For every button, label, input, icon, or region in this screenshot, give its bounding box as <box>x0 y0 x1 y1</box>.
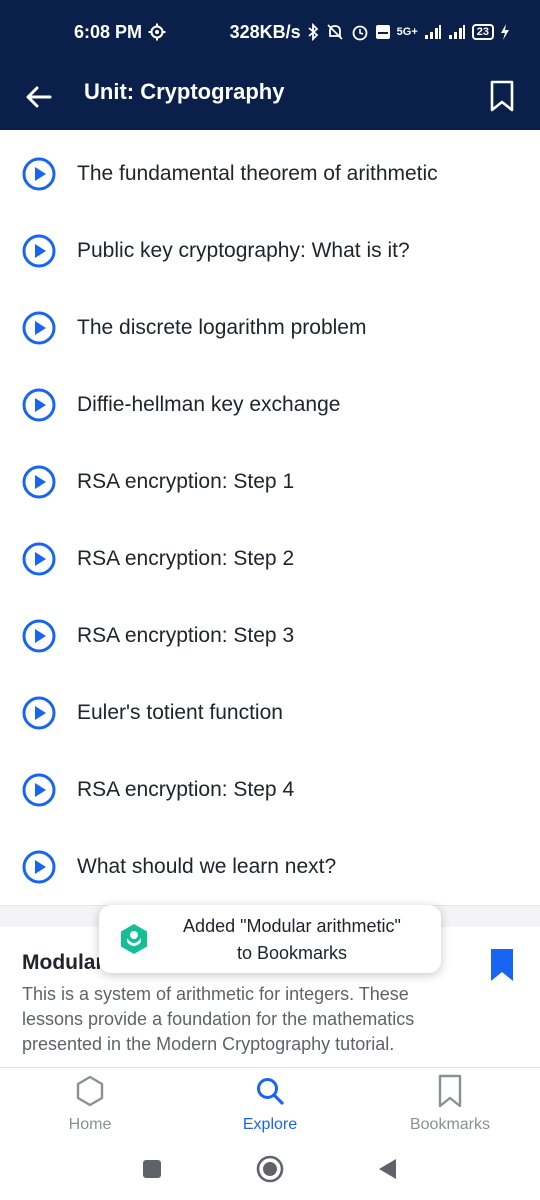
toast-line-1: Added "Modular arithmetic" <box>183 916 401 936</box>
square-icon <box>143 1160 161 1178</box>
lesson-item[interactable]: Diffie-hellman key exchange <box>0 366 540 443</box>
play-circle-icon <box>22 773 56 806</box>
recents-button[interactable] <box>138 1155 166 1183</box>
home-hexagon-icon <box>74 1074 106 1108</box>
back-system-button[interactable] <box>373 1155 401 1183</box>
bookmark-filled-icon <box>491 949 513 981</box>
play-circle-icon <box>22 850 56 883</box>
bookmark-unit-button[interactable] <box>486 74 518 118</box>
lesson-item[interactable]: RSA encryption: Step 2 <box>0 520 540 597</box>
lesson-title: RSA encryption: Step 1 <box>77 469 295 493</box>
search-icon <box>254 1074 286 1108</box>
lesson-list: The fundamental theorem of arithmetic Pu… <box>0 135 540 905</box>
play-circle-icon <box>22 619 56 652</box>
toast-message: Added "Modular arithmetic" to Bookmarks <box>165 913 419 967</box>
bookmark-icon <box>434 1074 466 1108</box>
lesson-item[interactable]: What should we learn next? <box>0 828 540 905</box>
lesson-title: RSA encryption: Step 2 <box>77 546 295 570</box>
play-circle-icon <box>22 696 56 729</box>
home-system-button[interactable] <box>256 1155 284 1183</box>
app-bar: Unit: Cryptography <box>0 64 540 130</box>
nav-home[interactable]: Home <box>0 1068 180 1139</box>
lesson-title: Public key cryptography: What is it? <box>77 238 410 262</box>
khan-academy-logo-icon <box>121 924 147 954</box>
circle-home-icon <box>256 1155 284 1183</box>
arrow-left-icon <box>26 86 52 108</box>
status-left: 6:08 PM <box>74 22 166 43</box>
lesson-title: Euler's totient function <box>77 700 283 724</box>
volte-icon <box>375 25 390 39</box>
unit-description: This is a system of arithmetic for integ… <box>22 984 415 1054</box>
battery-level: 23 <box>476 26 489 38</box>
system-nav-bar <box>0 1139 540 1200</box>
play-circle-icon <box>22 157 56 190</box>
lesson-item[interactable]: Euler's totient function <box>0 674 540 751</box>
settings-gear-icon <box>148 23 166 41</box>
bookmark-icon <box>490 80 514 112</box>
lesson-item[interactable]: The fundamental theorem of arithmetic <box>0 135 540 212</box>
lesson-title: Diffie-hellman key exchange <box>77 392 341 416</box>
status-right: 328KB/s 5G+ 23 <box>230 22 510 43</box>
battery-icon: 23 <box>471 24 494 40</box>
bookmark-toast: Added "Modular arithmetic" to Bookmarks <box>99 905 441 973</box>
lesson-title: RSA encryption: Step 4 <box>77 777 295 801</box>
nav-bookmarks-label: Bookmarks <box>409 1116 491 1133</box>
lesson-title: What should we learn next? <box>77 854 337 878</box>
signal-2-icon <box>448 25 465 39</box>
lesson-item[interactable]: RSA encryption: Step 4 <box>0 751 540 828</box>
lesson-title: The fundamental theorem of arithmetic <box>77 161 438 185</box>
status-bar: 6:08 PM 328KB/s 5G+ 23 <box>0 0 540 64</box>
nav-home-label: Home <box>68 1116 112 1133</box>
play-circle-icon <box>22 465 56 498</box>
nav-bookmarks[interactable]: Bookmarks <box>360 1068 540 1139</box>
page-title: Unit: Cryptography <box>84 79 285 104</box>
alarm-icon <box>352 25 368 41</box>
lesson-title: The discrete logarithm problem <box>77 315 367 339</box>
lesson-title: RSA encryption: Step 3 <box>77 623 295 647</box>
back-button[interactable] <box>22 78 56 116</box>
play-circle-icon <box>22 388 56 421</box>
bluetooth-icon <box>308 23 318 41</box>
network-speed: 328KB/s <box>229 21 301 42</box>
lesson-item[interactable]: RSA encryption: Step 3 <box>0 597 540 674</box>
signal-icon <box>424 25 441 39</box>
mute-bell-icon <box>327 24 343 40</box>
status-time: 6:08 PM <box>74 21 143 42</box>
charging-icon <box>501 24 509 40</box>
bottom-nav: Home Explore Bookmarks <box>0 1067 540 1139</box>
play-circle-icon <box>22 311 56 344</box>
nav-explore[interactable]: Explore <box>180 1068 360 1139</box>
nav-explore-label: Explore <box>242 1116 298 1133</box>
network-type: 5G+ <box>396 25 418 38</box>
unit-bookmark-button[interactable] <box>490 947 514 983</box>
lesson-item[interactable]: Public key cryptography: What is it? <box>0 212 540 289</box>
lesson-item[interactable]: The discrete logarithm problem <box>0 289 540 366</box>
play-circle-icon <box>22 542 56 575</box>
triangle-back-icon <box>379 1159 396 1179</box>
play-circle-icon <box>22 234 56 267</box>
toast-line-2: to Bookmarks <box>236 943 348 963</box>
lesson-item[interactable]: RSA encryption: Step 1 <box>0 443 540 520</box>
